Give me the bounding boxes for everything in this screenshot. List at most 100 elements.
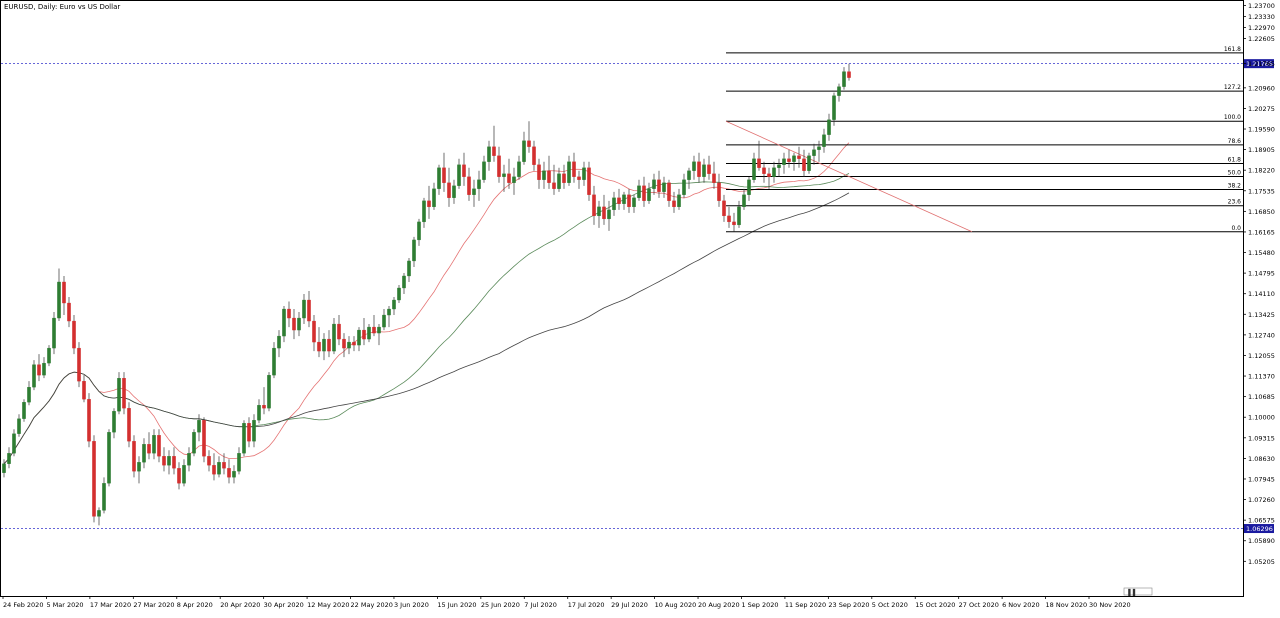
- candle-bull: [282, 308, 286, 337]
- candle-bear: [327, 338, 331, 352]
- candle-bull: [107, 432, 111, 484]
- candle-bull: [432, 188, 436, 208]
- candle-bull: [637, 185, 641, 198]
- candle-bull: [597, 206, 601, 217]
- candle-bear: [82, 381, 86, 400]
- candle-bull: [792, 155, 796, 162]
- candle-bull: [387, 308, 391, 316]
- candle-bear: [87, 399, 91, 442]
- candle-bear: [337, 323, 341, 340]
- candle-bull: [422, 200, 426, 223]
- candle-bear: [762, 167, 766, 174]
- candle-bull: [437, 167, 441, 189]
- candle-bear: [537, 164, 541, 180]
- candle-bull: [607, 209, 611, 220]
- candle-bull: [217, 462, 221, 475]
- x-tick-label: 20 Apr 2020: [220, 601, 260, 609]
- candle-bear: [717, 182, 721, 201]
- candle-bull: [482, 161, 486, 180]
- candle-bull: [187, 453, 191, 466]
- chart-container[interactable]: EURUSD, Daily: Euro vs US Dollar 0.0 23.6…: [0, 0, 1280, 614]
- candle-bear: [262, 405, 266, 409]
- candle-bull: [827, 119, 831, 135]
- candle-bull: [267, 374, 271, 409]
- x-tick-label: 3 Jun 2020: [394, 601, 429, 609]
- chart-shift-icon[interactable]: ▐▐: [1126, 589, 1136, 597]
- candle-bull: [677, 194, 681, 208]
- candle-bear: [127, 408, 131, 442]
- candle-bull: [582, 167, 586, 180]
- candle-bear: [362, 329, 366, 340]
- candle-bull: [167, 456, 171, 466]
- candle-bull: [687, 170, 691, 180]
- candle-bull: [652, 179, 656, 189]
- candle-bull: [417, 221, 421, 241]
- y-tick-label: 1.05890: [1248, 537, 1275, 545]
- candle-bull: [777, 164, 781, 168]
- candle-bear: [132, 441, 136, 472]
- y-tick-label: 1.15480: [1248, 249, 1275, 257]
- candle-bull: [412, 239, 416, 262]
- candle-bear: [442, 167, 446, 183]
- candle-bear: [787, 158, 791, 162]
- x-tick-label: 12 May 2020: [307, 601, 349, 609]
- x-tick-label: 15 Oct 2020: [915, 601, 955, 609]
- candle-bear: [492, 146, 496, 156]
- candle-bull: [117, 378, 121, 412]
- candle-bear: [352, 341, 356, 346]
- candle-bull: [272, 347, 276, 376]
- candle-bull: [97, 510, 101, 517]
- candle-bull: [567, 161, 571, 183]
- chart-background: [0, 0, 1280, 614]
- candle-bull: [357, 329, 361, 346]
- fib-level-label: 127.2: [1224, 84, 1241, 91]
- y-tick-label: 1.08630: [1248, 455, 1275, 463]
- x-tick-label: 18 Nov 2020: [1046, 601, 1088, 609]
- x-tick-label: 29 Jul 2020: [611, 601, 648, 609]
- scroll-toolbar[interactable]: ▐▐: [1123, 587, 1153, 597]
- candle-bull: [42, 362, 46, 376]
- candle-bull: [472, 188, 476, 195]
- candle-bull: [297, 317, 301, 331]
- candle-bull: [302, 299, 306, 319]
- y-tick-label: 1.10000: [1248, 414, 1275, 422]
- candle-bull: [477, 179, 481, 189]
- candle-bear: [847, 71, 851, 78]
- fib-level-label: 23.6: [1228, 199, 1242, 206]
- candle-bull: [332, 323, 336, 352]
- candle-bear: [287, 308, 291, 319]
- candle-bear: [467, 176, 471, 195]
- x-tick-label: 30 Nov 2020: [1089, 601, 1131, 609]
- candle-bull: [197, 420, 201, 433]
- x-tick-label: 5 Oct 2020: [872, 601, 908, 609]
- candle-bull: [7, 453, 11, 464]
- x-tick-label: 17 Jul 2020: [568, 601, 605, 609]
- x-tick-label: 25 Jun 2020: [481, 601, 520, 609]
- fib-level-label: 38.2: [1228, 183, 1242, 190]
- candle-bull: [702, 164, 706, 177]
- candle-bear: [37, 364, 41, 376]
- y-tick-label: 1.06575: [1248, 517, 1275, 525]
- candle-bear: [707, 164, 711, 174]
- candle-bull: [392, 299, 396, 310]
- candle-bear: [307, 299, 311, 322]
- candle-bull: [152, 435, 156, 454]
- candle-bear: [767, 173, 771, 177]
- candle-bull: [752, 158, 756, 180]
- candle-bear: [372, 326, 376, 334]
- candle-bear: [212, 465, 216, 475]
- fib-level-label: 161.8: [1224, 46, 1241, 53]
- candle-bull: [2, 463, 6, 473]
- candle-bear: [797, 155, 801, 159]
- price-label-text: 1.06296: [1246, 525, 1273, 533]
- candle-bull: [182, 465, 186, 484]
- candle-bear: [462, 164, 466, 177]
- candle-bear: [67, 302, 71, 322]
- y-tick-label: 1.22605: [1248, 35, 1275, 43]
- x-tick-label: 11 Sep 2020: [785, 601, 826, 609]
- price-chart[interactable]: EURUSD, Daily: Euro vs US Dollar 0.0 23.6…: [0, 0, 1280, 614]
- candle-bull: [622, 194, 626, 204]
- candle-bull: [192, 432, 196, 454]
- y-tick-label: 1.13425: [1248, 311, 1275, 319]
- x-tick-label: 30 Apr 2020: [264, 601, 304, 609]
